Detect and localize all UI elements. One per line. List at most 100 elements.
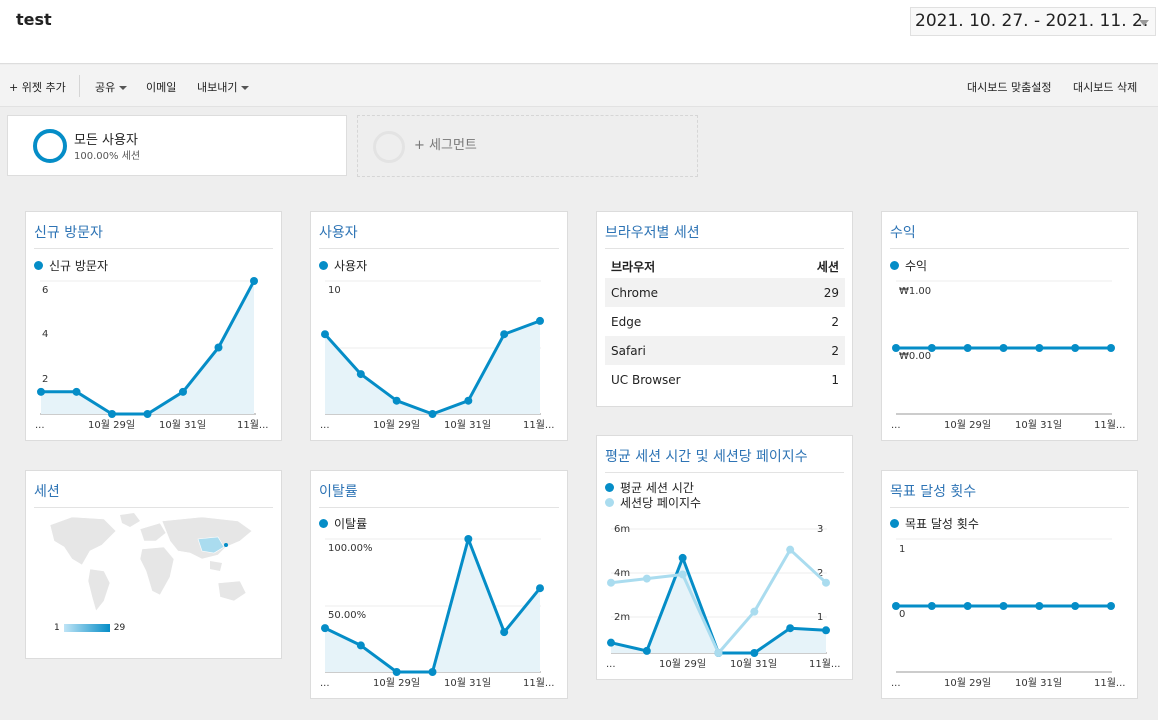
table-row: Safari 2: [605, 336, 845, 365]
data-point: [607, 578, 615, 587]
date-range-selector[interactable]: 2021. 10. 27. - 2021. 11. 2.: [910, 7, 1156, 36]
x-tick-label: 10월 29일: [373, 677, 420, 689]
data-point: [356, 370, 365, 379]
series-area: [611, 557, 826, 653]
share-menu[interactable]: 공유: [95, 79, 128, 95]
data-point: [500, 628, 509, 637]
column-header-browser: 브라우저: [611, 259, 656, 274]
widget-goal-completions: 목표 달성 횟수 목표 달성 횟수 1 0 ... 10월 29일 10월 31…: [881, 470, 1138, 699]
korea-highlight[interactable]: [224, 543, 228, 547]
data-point: [678, 553, 687, 562]
y-tick-label: 6m: [614, 524, 630, 535]
customize-dashboard-button[interactable]: 대시보드 맞춤설정: [967, 79, 1051, 95]
europe-shape: [139, 522, 167, 542]
header: test 2021. 10. 27. - 2021. 11. 2.: [0, 0, 1158, 64]
widget-new-visitors: 신규 방문자 신규 방문자 6 4 2 ... 10월 29일 10월 31일 …: [25, 211, 282, 441]
data-point: [892, 602, 900, 610]
x-tick-label: 10월 31일: [730, 658, 777, 670]
data-point: [214, 343, 223, 352]
add-widget-button[interactable]: + 위젯 추가: [9, 79, 66, 95]
x-tick-label: 10월 31일: [159, 419, 206, 431]
widget-sessions-map: 세션 1 29: [25, 470, 282, 659]
y-tick-label: 1: [899, 544, 905, 555]
australia-shape: [217, 580, 247, 602]
data-point: [392, 668, 401, 676]
y-tick-label: ₩1.00: [899, 286, 931, 297]
widget-avg-session: 평균 세션 시간 및 세션당 페이지수 평균 세션 시간 세션당 페이지수 6m…: [596, 435, 853, 680]
widget-divider: [605, 248, 844, 249]
x-tick-label: 11월...: [237, 419, 268, 431]
scale-gradient: [63, 623, 110, 632]
delete-dashboard-button[interactable]: 대시보드 삭제: [1073, 79, 1137, 95]
data-point: [786, 545, 795, 554]
x-tick-label: ...: [891, 678, 901, 689]
x-tick-label: 10월 31일: [1015, 677, 1062, 689]
add-segment-button[interactable]: + 세그먼트: [357, 115, 698, 177]
data-point: [1035, 602, 1044, 610]
southeast-asia-shape: [210, 561, 222, 571]
scale-min: 1: [54, 623, 60, 633]
segment-ring-icon: [33, 129, 67, 163]
table-header-row: 브라우저 세션: [605, 254, 845, 278]
data-point: [143, 410, 152, 418]
data-point: [642, 574, 651, 583]
y-tick-label-right: 3: [817, 524, 823, 535]
table-row: Chrome 29: [605, 278, 845, 307]
data-point: [999, 344, 1008, 352]
x-tick-label: 10월 31일: [444, 419, 491, 431]
data-point: [963, 344, 972, 352]
caret-down-icon: [241, 86, 250, 90]
sessions-cell: 2: [774, 336, 845, 365]
x-tick-label: 10월 29일: [88, 419, 135, 431]
browser-cell[interactable]: Safari: [605, 336, 775, 365]
x-tick-label: 10월 31일: [444, 677, 491, 689]
y-tick-label: 6: [42, 285, 48, 296]
column-header-sessions: 세션: [816, 259, 839, 274]
scale-max: 29: [113, 623, 126, 633]
data-point: [999, 602, 1008, 610]
data-point: [321, 624, 329, 633]
data-point: [392, 396, 401, 405]
segment-all-users[interactable]: 모든 사용자 100.00% 세션: [7, 115, 347, 176]
data-point: [642, 646, 651, 655]
date-range-text: 2021. 10. 27. - 2021. 11. 2.: [915, 11, 1149, 31]
y-tick-label: 2m: [614, 612, 630, 623]
data-point: [714, 649, 723, 657]
data-point: [1071, 602, 1080, 610]
data-point: [500, 330, 509, 339]
data-point: [179, 387, 187, 396]
data-point: [786, 624, 795, 633]
x-tick-label: 11월...: [523, 677, 554, 689]
data-point: [72, 387, 81, 396]
widget-users: 사용자 사용자 10 5 ... 10월 29일 10월 31일 11월...: [310, 211, 568, 441]
widget-title[interactable]: 브라우저별 세션: [605, 222, 700, 242]
email-button[interactable]: 이메일: [146, 79, 176, 95]
toolbar: + 위젯 추가 공유 이메일 내보내기 대시보드 맞춤설정 대시보드 삭제: [0, 65, 1158, 107]
segment-name: 모든 사용자: [74, 133, 138, 148]
greenland-shape: [120, 513, 140, 527]
browser-table: 브라우저 세션 Chrome 29 Edge 2 Safari 2 UC Browse…: [605, 254, 845, 394]
data-point: [1035, 344, 1044, 352]
y-tick-label: 10: [328, 285, 341, 296]
data-point: [321, 330, 329, 339]
x-tick-label: 11월...: [1094, 677, 1125, 689]
x-tick-label: ...: [606, 659, 616, 670]
data-point: [250, 277, 258, 285]
x-tick-label: 10월 31일: [1015, 419, 1062, 431]
x-tick-label: ...: [891, 420, 901, 431]
browser-cell[interactable]: UC Browser: [605, 365, 774, 394]
widget-title[interactable]: 세션: [34, 481, 60, 501]
widget-browser-sessions: 브라우저별 세션 브라우저 세션 Chrome 29 Edge 2 Safari 2 …: [596, 211, 853, 407]
world-map[interactable]: [42, 511, 260, 617]
data-point: [678, 570, 687, 579]
data-point: [892, 344, 900, 352]
y-tick-label: 2: [42, 374, 48, 385]
browser-cell[interactable]: Chrome: [605, 278, 775, 307]
x-tick-label: 11월...: [809, 658, 840, 670]
browser-cell[interactable]: Edge: [605, 307, 774, 336]
export-menu[interactable]: 내보내기: [197, 79, 250, 95]
table-row: UC Browser 1: [605, 365, 845, 394]
dashboard-title: test: [16, 10, 52, 29]
goal-completions-chart: 1 0 ... 10월 29일 10월 31일 11월...: [891, 538, 1125, 689]
data-point: [536, 316, 544, 325]
